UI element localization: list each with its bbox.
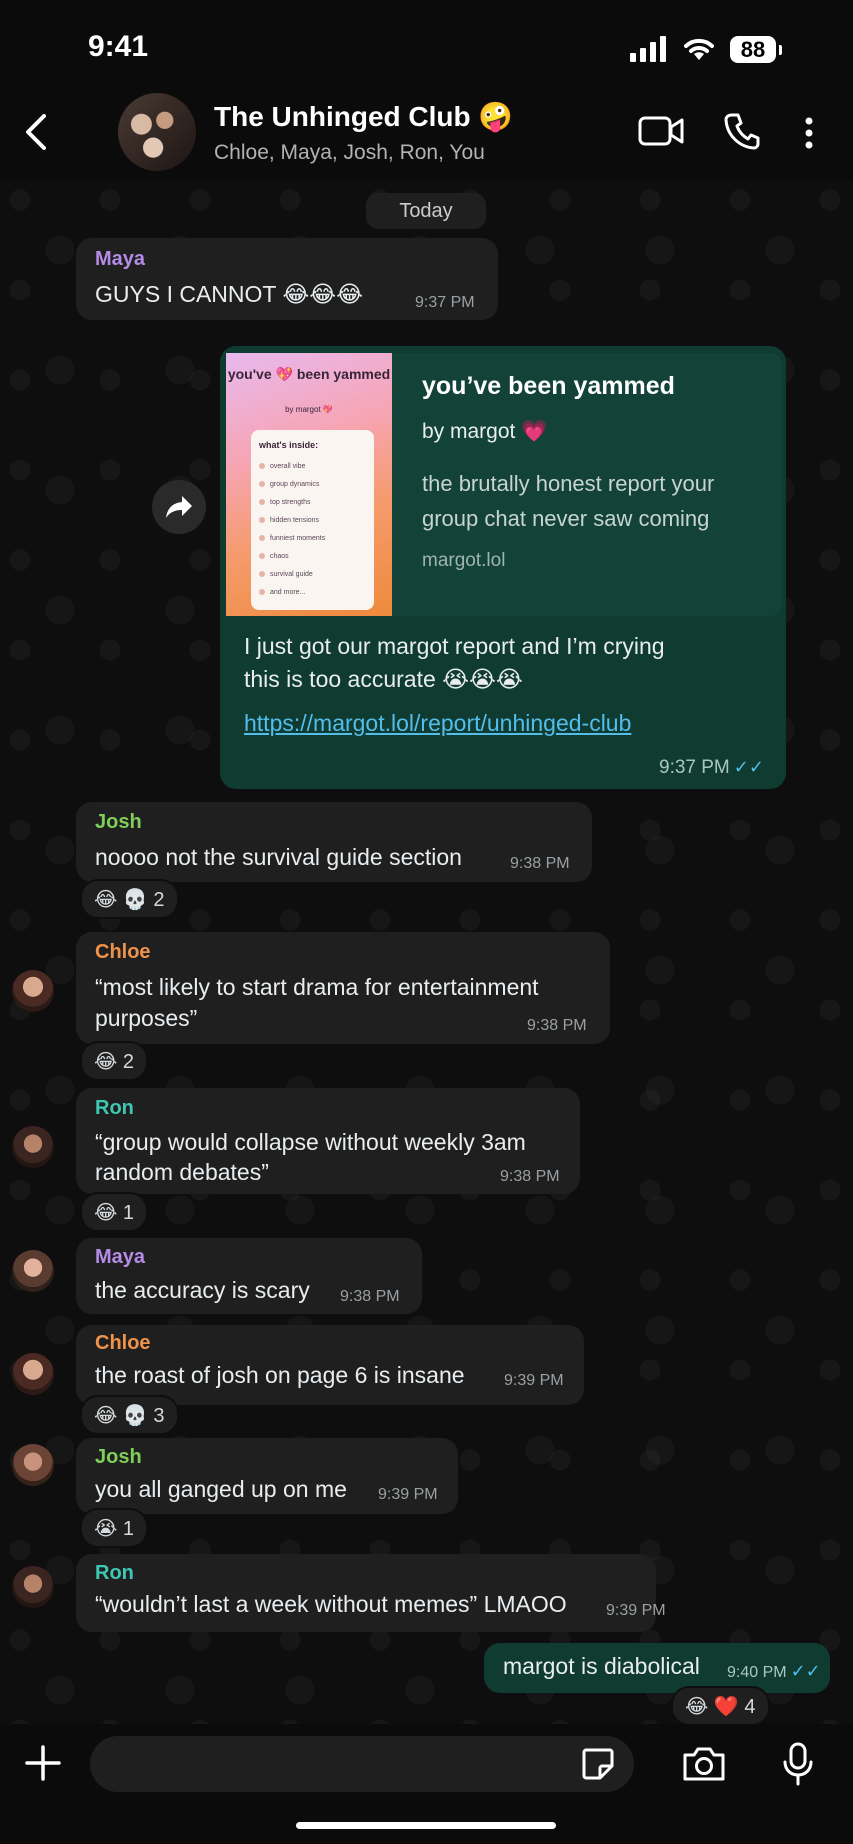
message-text: noooo not the survival guide section [95,844,462,870]
thumbnail-byline: by margot 💖 [285,405,333,414]
avatar[interactable] [12,1353,54,1395]
read-receipt-icon: ✓✓ [790,1661,821,1681]
message-time: 9:38 PM [340,1288,400,1305]
message-time: 9:39 PM [378,1486,438,1503]
link-preview-title: you’ve been yammed [422,372,675,400]
message-text: this is too accurate 😭😭😭 [244,666,523,692]
avatar[interactable] [12,1126,54,1168]
thumbnail-item: hidden tensions [259,517,319,524]
link-preview-byline: by margot 💗 [422,420,548,443]
thumbnail-item: and more... [259,589,305,596]
group-avatar[interactable] [118,93,196,171]
reaction-pill[interactable]: 😂 2 [80,1041,149,1081]
date-divider: Today [366,193,486,229]
message-text: you all ganged up on me [95,1476,347,1502]
message-time: 9:39 PM [504,1372,564,1389]
message-time: 9:37 PM ✓✓ [659,757,764,778]
sender-name: Maya [95,1246,146,1268]
message-time: 9:39 PM [606,1602,666,1619]
avatar[interactable] [12,970,54,1012]
avatar[interactable] [12,1444,54,1486]
link-preview-domain: margot.lol [422,550,506,571]
sender-name: Josh [95,1446,142,1468]
message-time: 9:38 PM [500,1168,560,1185]
more-options-icon[interactable] [802,116,816,150]
reaction-pill[interactable]: 😂 1 [80,1192,149,1232]
plus-icon[interactable] [24,1744,62,1782]
battery-indicator: 88 [730,36,782,63]
chat-title[interactable]: The Unhinged Club 🤪 [214,100,513,133]
thumbnail-item: overall vibe [259,463,305,470]
message-text: the roast of josh on page 6 is insane [95,1362,465,1388]
chat-members[interactable]: Chloe, Maya, Josh, Ron, You [214,141,485,165]
read-receipt-icon: ✓✓ [733,757,764,777]
message-text: “most likely to start drama for entertai… [95,974,539,1000]
message-text: “group would collapse without weekly 3am [95,1129,526,1155]
reaction-pill[interactable]: 😭 1 [80,1508,149,1548]
avatar[interactable] [12,1250,54,1292]
reaction-pill[interactable]: 😂 ❤️ 4 [671,1686,770,1726]
thumbnail-item: funniest moments [259,535,325,542]
back-arrow-icon[interactable] [22,112,52,152]
phone-call-icon[interactable] [724,112,760,150]
video-call-icon[interactable] [638,114,684,148]
message-time: 9:37 PM [415,294,475,311]
reaction-pill[interactable]: 😂 💀 3 [80,1395,179,1435]
sender-name: Chloe [95,941,151,963]
message-text: the accuracy is scary [95,1277,310,1303]
message-text: I just got our margot report and I’m cry… [244,633,665,659]
forward-button[interactable] [152,480,206,534]
sender-name: Josh [95,811,142,833]
sender-name: Ron [95,1097,134,1119]
status-time: 9:41 [88,30,149,63]
message-input[interactable] [90,1736,634,1792]
message-time: 9:38 PM [527,1017,587,1034]
home-indicator [296,1822,556,1829]
link-preview-description: the brutally honest report your group ch… [422,471,715,531]
thumbnail-item: top strengths [259,499,310,506]
signal-icon [630,36,668,62]
sender-name: Maya [95,248,146,270]
wifi-icon [682,34,716,62]
thumbnail-item: chaos [259,553,289,560]
avatar[interactable] [12,1566,54,1608]
message-text: “wouldn’t last a week without memes” LMA… [95,1591,567,1617]
sender-name: Chloe [95,1332,151,1354]
message-link[interactable]: https://margot.lol/report/unhinged-club [244,710,631,737]
message-time: 9:40 PM ✓✓ [727,1661,821,1681]
reaction-pill[interactable]: 😂 💀 2 [80,879,179,919]
thumbnail-item: group dynamics [259,481,319,488]
sender-name: Ron [95,1562,134,1584]
message-text: purposes” [95,1005,198,1031]
microphone-icon[interactable] [782,1742,814,1786]
sticker-icon[interactable] [580,1746,616,1782]
message-time: 9:38 PM [510,855,570,872]
camera-icon[interactable] [681,1745,727,1783]
message-text: GUYS I CANNOT 😂😂😂 [95,281,364,307]
message-text: random debates” [95,1159,269,1185]
thumbnail-heading: what's inside: [259,440,319,450]
message-text: margot is diabolical [503,1653,700,1679]
thumbnail-title: you've 💖 been yammed [227,366,391,382]
thumbnail-item: survival guide [259,571,313,578]
